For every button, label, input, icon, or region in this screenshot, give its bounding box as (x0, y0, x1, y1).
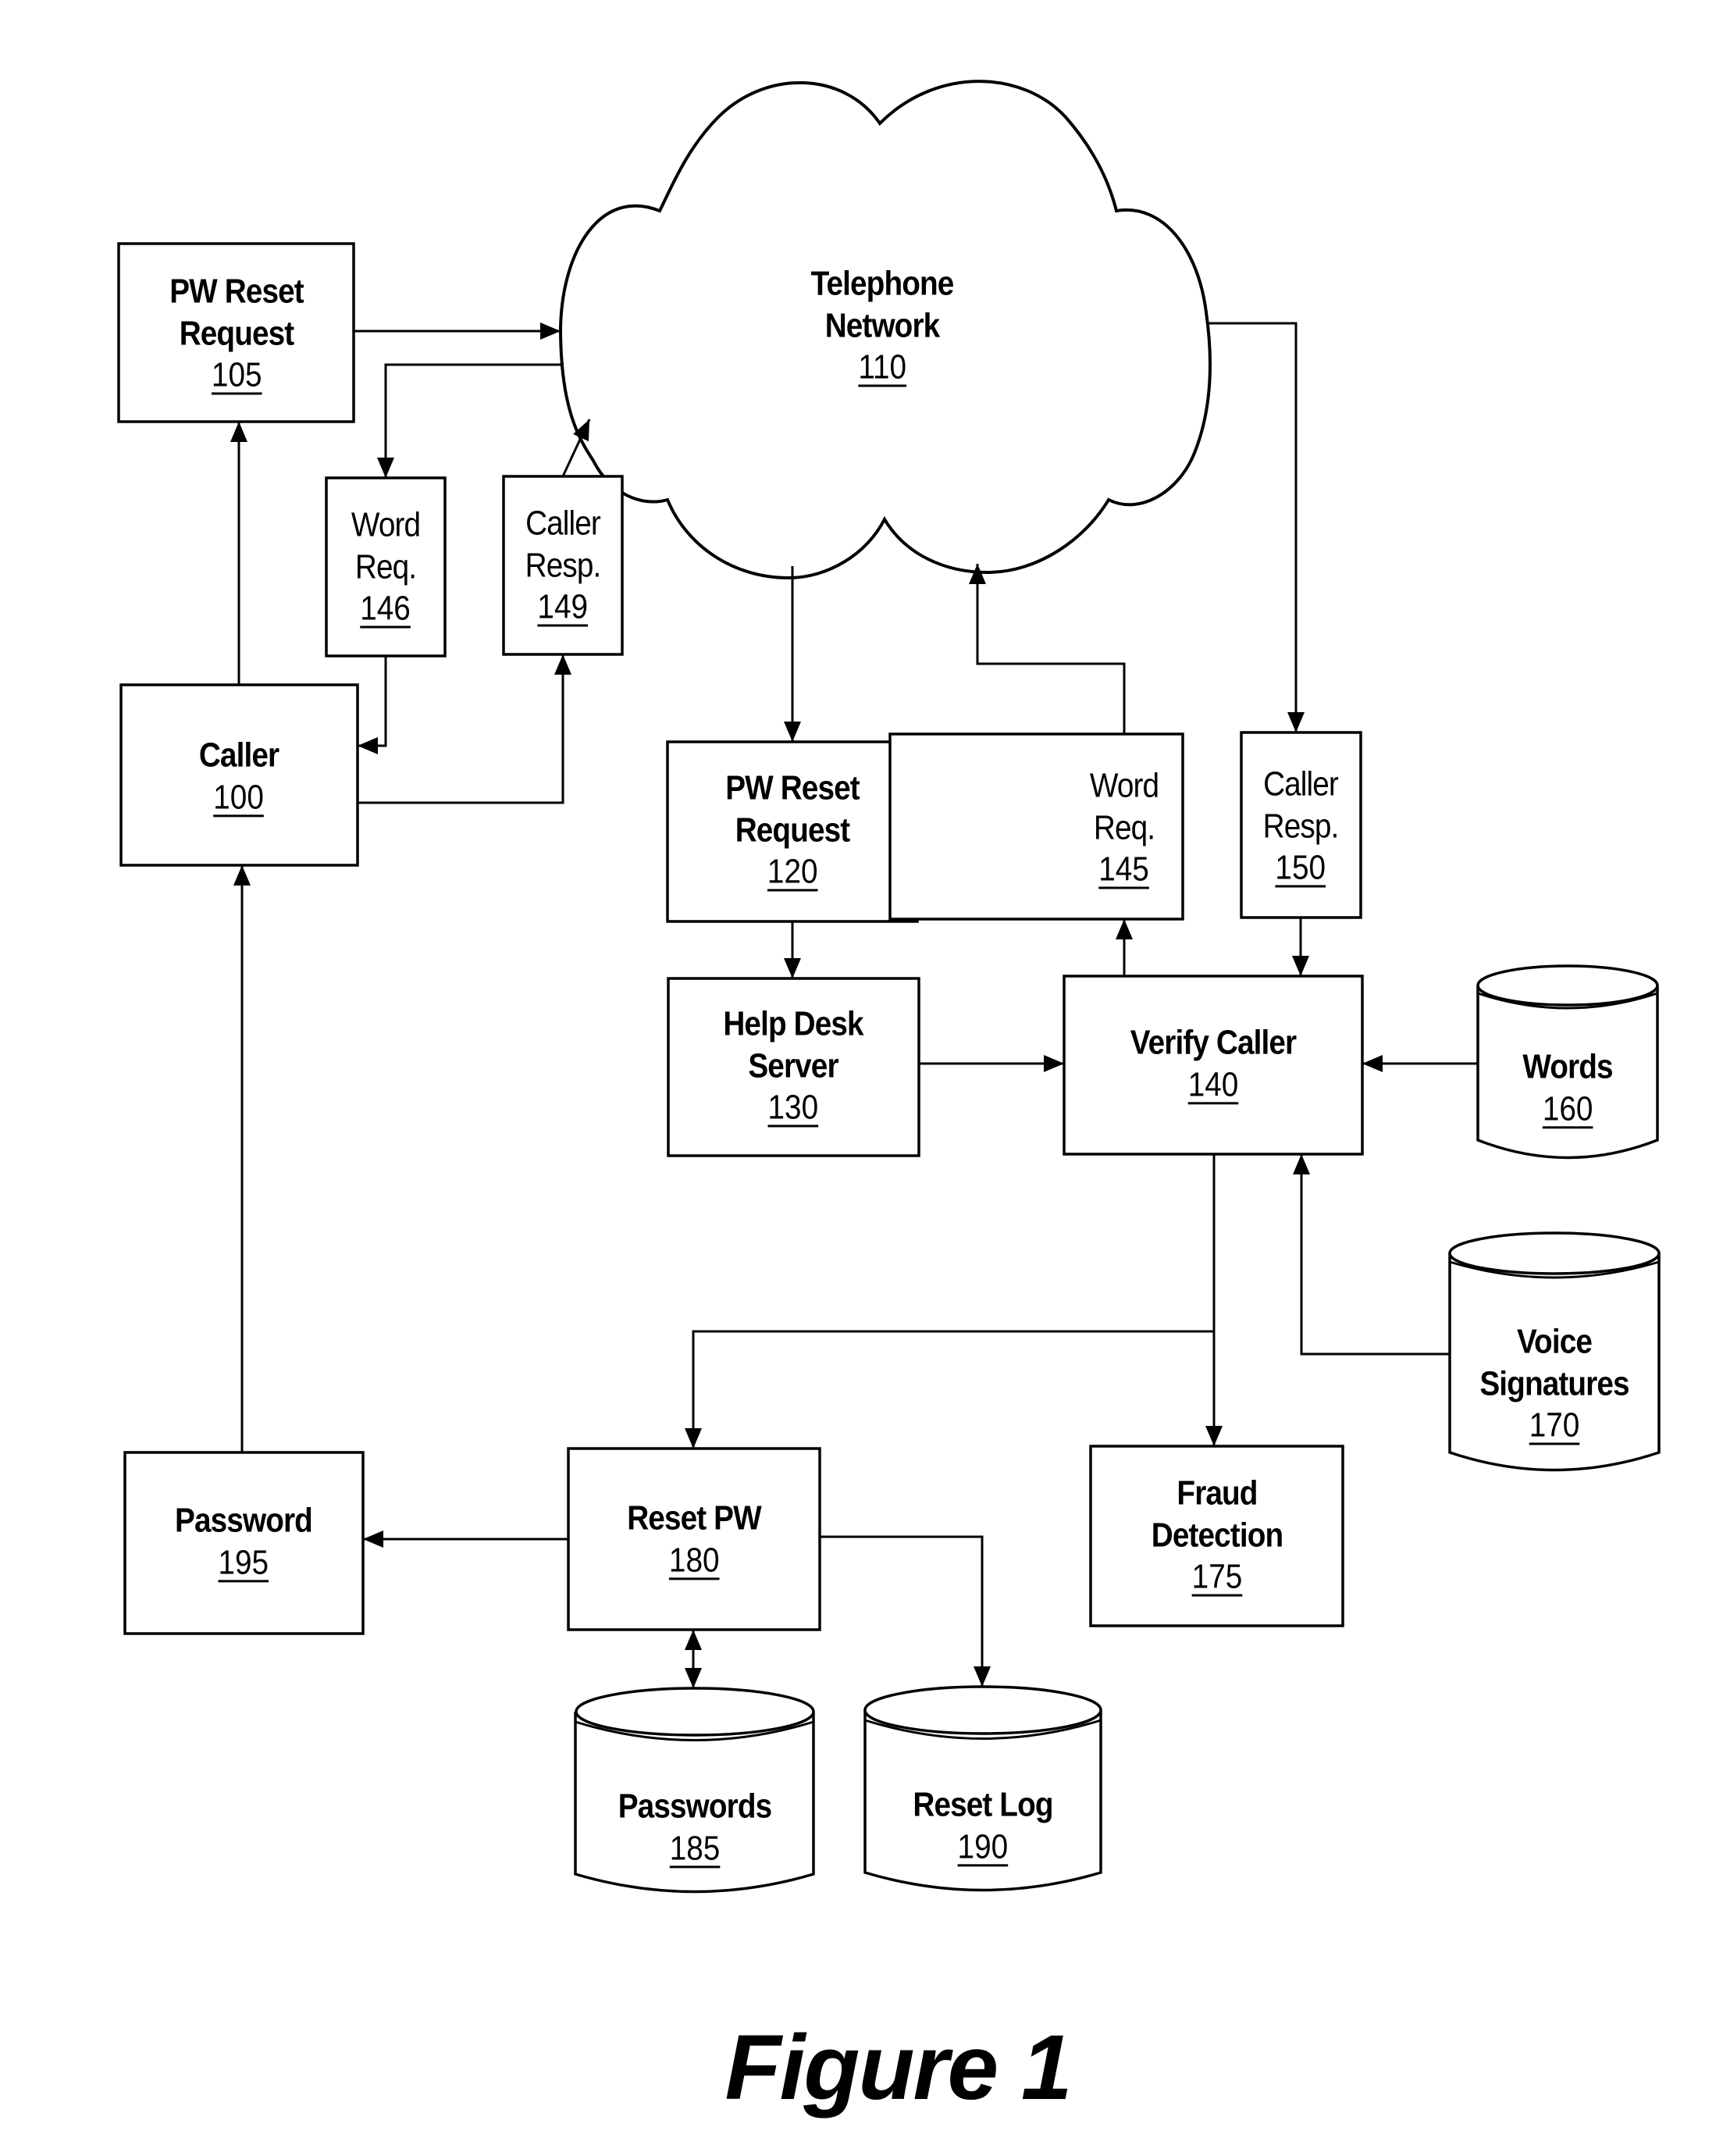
node-ref: 195 (218, 1543, 269, 1581)
arrowhead-icon (1205, 1426, 1223, 1446)
arrowhead-icon (685, 1668, 702, 1688)
connector-telephone_network_110-to-caller_resp_150 (1206, 322, 1298, 732)
arrowhead-icon (1293, 1154, 1310, 1174)
arrowhead-icon (1116, 919, 1133, 939)
arrowhead-icon (784, 958, 801, 978)
arrowhead-icon (1292, 956, 1309, 976)
arrowhead-icon (540, 323, 561, 340)
connector-reset_pw_180-to-reset_log_190 (820, 1535, 984, 1687)
node-title: Network (824, 306, 940, 345)
node-ref: 180 (668, 1541, 720, 1579)
fraud-detection-175-label: Fraud Detection 175 (1142, 1472, 1291, 1598)
node-ref: 160 (1542, 1089, 1593, 1128)
node-ref: 130 (767, 1088, 819, 1127)
node-ref: 105 (211, 355, 262, 394)
connector-voice_signatures_170-to-verify_caller_140 (1300, 1154, 1450, 1356)
words-160-label: Words 160 (1516, 1046, 1618, 1129)
arrowhead-icon (1044, 1055, 1064, 1072)
arrowhead-icon (1362, 1055, 1383, 1072)
node-title: Word (351, 505, 421, 544)
node-title: Req. (1093, 808, 1155, 847)
node-title: Caller (525, 504, 601, 543)
word-req-145-label: Word Req. 145 (1085, 764, 1163, 890)
arrowhead-icon (974, 1666, 991, 1687)
node-ref: 140 (1187, 1065, 1239, 1103)
node-ref: 149 (537, 587, 589, 626)
verify-caller-140-label: Verify Caller 140 (1119, 1021, 1307, 1105)
node-title: Resp. (1262, 807, 1340, 846)
node-title: Server (748, 1046, 838, 1085)
node-title: Reset PW (627, 1499, 761, 1538)
node-ref: 185 (669, 1829, 721, 1867)
arrowhead-icon (685, 1428, 702, 1449)
arrowhead-icon (363, 1531, 383, 1548)
caller-resp-150-label: Caller Resp. 150 (1258, 763, 1344, 889)
caller-resp-149-label: Caller Resp. 149 (520, 502, 606, 628)
node-title: Help Desk (723, 1004, 863, 1043)
password-195-label: Password 195 (166, 1499, 322, 1583)
arrowhead-icon (233, 865, 251, 886)
arrowhead-icon (1287, 712, 1305, 732)
node-title: PW Reset (169, 272, 304, 311)
arrowhead-icon (685, 1630, 702, 1650)
node-title: Caller (1263, 764, 1339, 804)
word-req-146-label: Word Req. 146 (347, 504, 425, 629)
node-ref: 170 (1529, 1406, 1580, 1445)
connector-caller_100-to-caller_resp_149 (358, 654, 564, 804)
connector-word_req_146-to-caller_100 (358, 656, 387, 747)
node-title: Req. (354, 547, 417, 586)
node-title: Passwords (618, 1787, 772, 1826)
node-ref: 150 (1275, 848, 1326, 887)
node-title: Resp. (525, 546, 602, 585)
pw-reset-request-105-label: PW Reset Request 105 (161, 270, 313, 396)
node-title: Signatures (1479, 1364, 1629, 1403)
node-ref: 120 (767, 852, 818, 891)
node-title: Caller (198, 736, 279, 775)
connector-verify_caller_140-to-reset_pw_180 (692, 1154, 1216, 1449)
node-ref: 146 (360, 589, 411, 628)
caller-100-label: Caller 100 (194, 734, 284, 818)
arrowhead-icon (554, 654, 571, 675)
arrowhead-icon (377, 458, 394, 478)
node-title: Word (1089, 766, 1159, 805)
node-title: Reset Log (913, 1785, 1053, 1824)
node-title: Verify Caller (1130, 1023, 1297, 1062)
help-desk-server-130-label: Help Desk Server 130 (714, 1003, 873, 1128)
passwords-185-label: Passwords 185 (607, 1785, 781, 1869)
connector-word_req_145-to-telephone_network_110 (976, 564, 1126, 734)
node-title: Telephone (810, 264, 955, 303)
node-title: Words (1522, 1047, 1613, 1086)
node-title: PW Reset (725, 768, 860, 807)
node-ref: 145 (1098, 850, 1150, 889)
arrowhead-icon (230, 422, 247, 442)
arrowhead-icon (358, 737, 378, 754)
arrowhead-icon (784, 722, 801, 742)
node-ref: 175 (1191, 1557, 1243, 1596)
node-title: Detection (1151, 1516, 1283, 1555)
reset-pw-180-label: Reset PW 180 (618, 1497, 771, 1580)
node-title: Voice (1516, 1322, 1593, 1361)
node-title: Fraud (1177, 1474, 1258, 1513)
voice-signatures-170-label: Voice Signatures 170 (1469, 1320, 1639, 1446)
node-title: Request (735, 811, 850, 850)
pw-reset-request-120-label: PW Reset Request 120 (717, 767, 869, 893)
connector-telephone_network_110-to-word_req_146 (384, 363, 564, 478)
node-title: Request (179, 314, 294, 353)
node-ref: 190 (957, 1827, 1009, 1866)
figure-caption: Figure 1 (724, 2016, 1073, 2119)
reset-log-190-label: Reset Log 190 (903, 1784, 1063, 1867)
node-ref: 100 (213, 778, 265, 816)
node-title: Password (175, 1501, 313, 1540)
telephone-network-110-label: Telephone Network 110 (801, 262, 963, 388)
node-ref: 110 (858, 347, 906, 387)
